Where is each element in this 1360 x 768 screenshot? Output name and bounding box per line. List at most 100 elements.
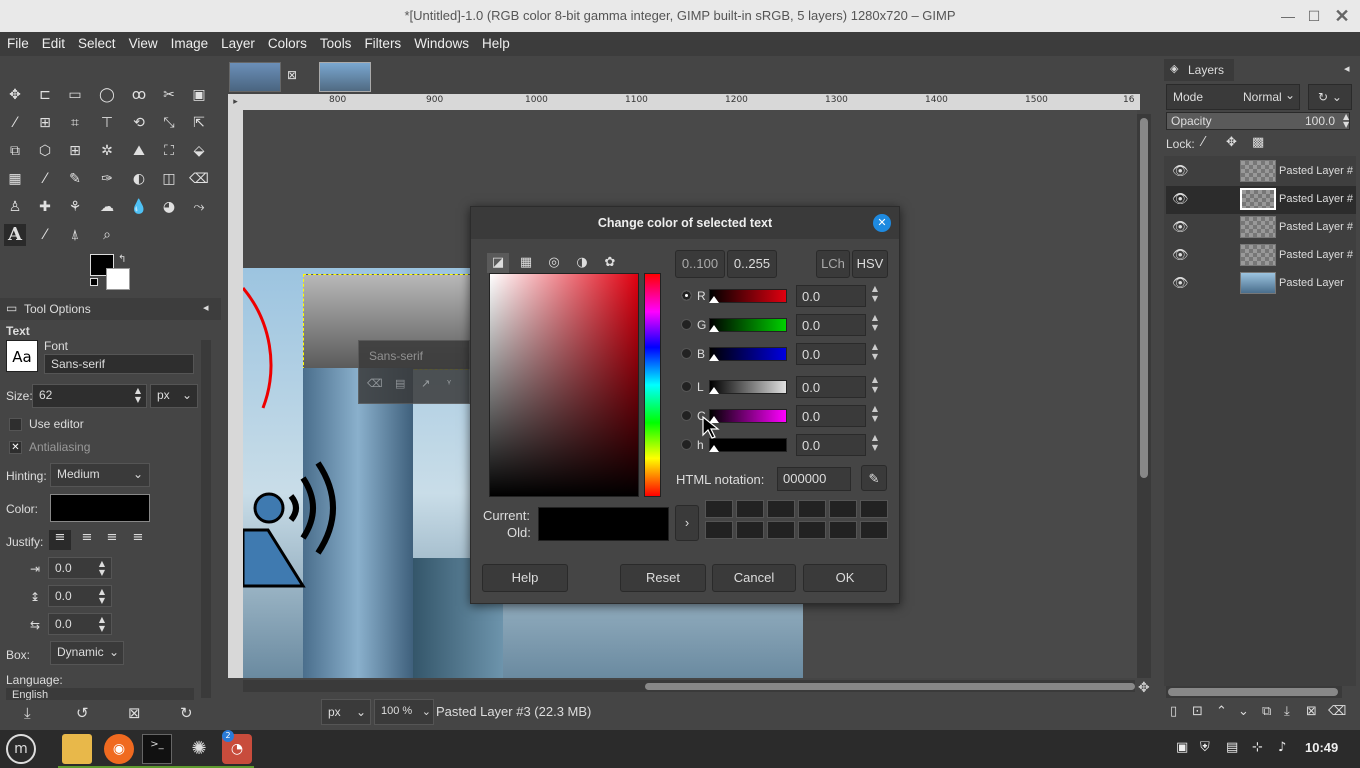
lch-button[interactable]: LCh: [816, 250, 850, 278]
vertical-scrollbar[interactable]: [1137, 114, 1151, 678]
menu-help[interactable]: Help: [475, 32, 516, 56]
hue-strip[interactable]: [644, 273, 661, 497]
justify-fill-icon[interactable]: ≡: [127, 530, 149, 550]
menu-layer[interactable]: Layer: [214, 32, 261, 56]
size-unit-select[interactable]: px ⌄: [150, 384, 198, 408]
palette-selector-icon[interactable]: ✿: [599, 253, 621, 273]
channel-slider[interactable]: [709, 318, 787, 332]
path-icon[interactable]: ⤳: [188, 196, 210, 218]
shear-icon[interactable]: ⇱: [188, 112, 210, 134]
smudge-icon[interactable]: ☁: [96, 196, 118, 218]
text-color-button[interactable]: [50, 494, 150, 522]
channel-value[interactable]: 0.0: [796, 285, 866, 307]
channel-value[interactable]: 0.0: [796, 434, 866, 456]
eye-icon[interactable]: 👁: [1172, 164, 1189, 179]
horizontal-ruler[interactable]: 800 900 1000 1100 1200 1300 1400 1500 16: [243, 94, 1140, 110]
radio-h[interactable]: [681, 439, 692, 450]
channel-value[interactable]: 0.0: [796, 376, 866, 398]
use-editor-checkbox[interactable]: [9, 418, 22, 431]
range-0-255-button[interactable]: 0..255: [727, 250, 777, 278]
italic-icon[interactable]: ↗: [421, 377, 430, 390]
channel-slider[interactable]: [709, 380, 787, 394]
rotate-icon[interactable]: ⟲: [128, 112, 150, 134]
history-swatch[interactable]: [736, 521, 764, 539]
mode-reset-button[interactable]: ↻ ⌄: [1308, 84, 1352, 110]
app-icon[interactable]: ✺: [184, 734, 214, 764]
menu-windows[interactable]: Windows: [407, 32, 475, 56]
history-swatch[interactable]: [860, 521, 888, 539]
zoom-select[interactable]: 100 % ⌄: [374, 699, 434, 725]
measure-icon[interactable]: ⍋: [64, 224, 86, 246]
maximize-icon[interactable]: ☐: [1304, 6, 1324, 26]
lasso-icon[interactable]: ꝏ: [128, 84, 150, 106]
cmyk-selector-icon[interactable]: ▦: [515, 253, 537, 273]
hinting-select[interactable]: Medium ⌄: [50, 463, 150, 487]
text-toolbar-font[interactable]: Sans-serif: [369, 349, 423, 363]
align-tool-icon[interactable]: ⊏: [34, 84, 56, 106]
channel-value[interactable]: 0.0: [796, 314, 866, 336]
html-notation-field[interactable]: 000000: [777, 467, 851, 491]
letter-spacing-spin-icon[interactable]: ▲ ▼: [96, 615, 108, 633]
volume-icon[interactable]: ♪: [1278, 740, 1286, 755]
menu-file[interactable]: File: [0, 32, 35, 56]
perspective-clone-icon[interactable]: ⚘: [64, 196, 86, 218]
history-swatch[interactable]: [705, 500, 733, 518]
saturation-value-picker[interactable]: [489, 273, 639, 497]
menu-view[interactable]: View: [122, 32, 164, 56]
opacity-slider[interactable]: Opacity 100.0 ▲ ▼: [1166, 112, 1350, 130]
layers-tab[interactable]: ◈ Layers: [1164, 59, 1234, 81]
justify-left-icon[interactable]: ≡: [49, 530, 71, 550]
layer-row[interactable]: 👁 Pasted Layer #: [1166, 158, 1356, 186]
blend-icon[interactable]: ⛶: [158, 140, 180, 162]
scissors-icon[interactable]: ✂: [158, 84, 180, 106]
default-colors-icon[interactable]: [90, 278, 98, 286]
history-swatch[interactable]: [767, 521, 795, 539]
reset-options-icon[interactable]: ↻: [180, 704, 193, 722]
channel-slider[interactable]: [709, 289, 787, 303]
network-icon[interactable]: ⊹: [1252, 740, 1263, 755]
spin-icon[interactable]: ▲ ▼: [869, 404, 881, 424]
layer-row[interactable]: 👁 Pasted Layer #: [1166, 242, 1356, 270]
fuzzy-select-icon[interactable]: ⁄: [4, 112, 26, 134]
opacity-spin-icon[interactable]: ▲ ▼: [1343, 113, 1349, 129]
menu-edit[interactable]: Edit: [35, 32, 71, 56]
files-icon[interactable]: [62, 734, 92, 764]
blur-icon[interactable]: 💧: [128, 196, 150, 218]
hsv-button[interactable]: HSV: [852, 250, 888, 278]
paint-bucket-icon[interactable]: ⬙: [188, 140, 210, 162]
panel-menu-icon[interactable]: ◂: [1344, 62, 1350, 75]
history-swatch[interactable]: [705, 521, 733, 539]
radio-c[interactable]: [681, 410, 692, 421]
bold-icon[interactable]: ▤: [395, 377, 405, 390]
heal-icon[interactable]: ✚: [34, 196, 56, 218]
underline-icon[interactable]: ᵞ: [447, 377, 451, 390]
mode-select[interactable]: Mode Normal ⌄: [1166, 84, 1300, 110]
restore-preset-icon[interactable]: ↺: [76, 704, 89, 722]
range-0-100-button[interactable]: 0..100: [675, 250, 725, 278]
foreground-select-icon[interactable]: ▣: [188, 84, 210, 106]
antialiasing-checkbox[interactable]: ✕: [9, 441, 22, 454]
eye-icon[interactable]: 👁: [1172, 220, 1189, 235]
pencil-icon[interactable]: ✎: [64, 168, 86, 190]
history-swatch[interactable]: [736, 500, 764, 518]
channel-value[interactable]: 0.0: [796, 405, 866, 427]
new-group-icon[interactable]: ⊡: [1192, 704, 1203, 719]
color-picker-icon[interactable]: ⁄: [34, 224, 56, 246]
airbrush-icon[interactable]: ✑: [96, 168, 118, 190]
bucket-icon[interactable]: ⛰: [128, 140, 150, 162]
crop-icon[interactable]: ⌗: [64, 112, 86, 134]
save-preset-icon[interactable]: ⤓: [24, 704, 31, 722]
terminal-icon[interactable]: >_: [142, 734, 172, 764]
image-tab-1[interactable]: [229, 62, 281, 92]
tool-options-scrollbar[interactable]: [201, 340, 211, 698]
mypaint-icon[interactable]: ◫: [158, 168, 180, 190]
lock-alpha-icon[interactable]: ▩: [1252, 135, 1264, 150]
warp-icon[interactable]: ⧉: [4, 140, 26, 162]
dialog-close-icon[interactable]: ✕: [873, 214, 891, 232]
delete-layer-icon[interactable]: ⌫: [1328, 704, 1346, 719]
radio-r[interactable]: [681, 290, 692, 301]
close-icon[interactable]: ✕: [1332, 6, 1352, 26]
firefox-icon[interactable]: ◉: [104, 734, 134, 764]
cancel-button[interactable]: Cancel: [712, 564, 796, 592]
ellipse-select-icon[interactable]: ◯: [96, 84, 118, 106]
